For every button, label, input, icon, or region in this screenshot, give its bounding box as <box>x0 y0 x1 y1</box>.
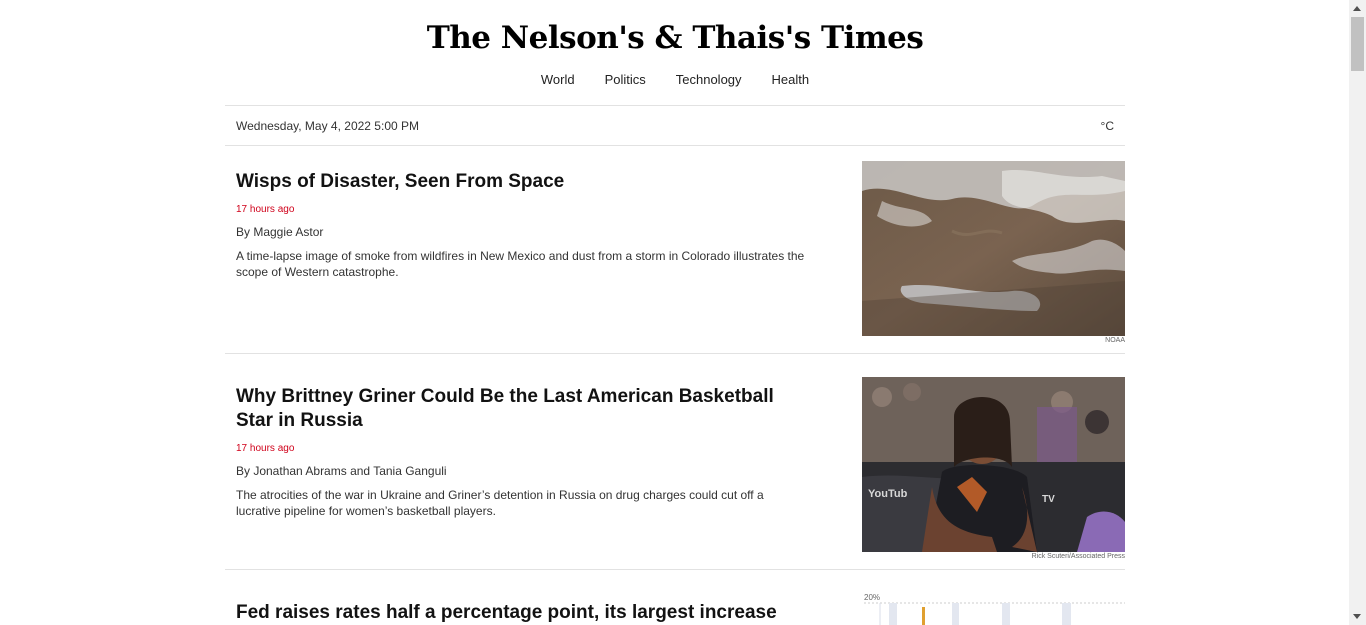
nav-item-health[interactable]: Health <box>772 71 810 89</box>
section-nav: World Politics Technology Health <box>225 71 1125 89</box>
article-photo[interactable] <box>862 161 1125 336</box>
chart-axis-label: 20% <box>864 593 880 602</box>
page: The Nelson's & Thais's Times World Polit… <box>0 0 1349 625</box>
chevron-down-icon <box>1353 614 1361 619</box>
article-card: Wisps of Disaster, Seen From Space 17 ho… <box>236 170 806 280</box>
article-byline: By Jonathan Abrams and Tania Ganguli <box>236 464 447 478</box>
article-headline[interactable]: Why Brittney Griner Could Be the Last Am… <box>236 385 806 433</box>
svg-text:TV: TV <box>1042 494 1055 505</box>
divider <box>225 569 1125 570</box>
vertical-scrollbar[interactable] <box>1349 0 1366 625</box>
scroll-up-button[interactable] <box>1349 0 1366 17</box>
article-card: Fed raises rates half a percentage point… <box>236 601 806 625</box>
scrollbar-thumb[interactable] <box>1351 17 1364 71</box>
dateline-date: Wednesday, May 4, 2022 5:00 PM <box>236 119 419 133</box>
site-title[interactable]: The Nelson's & Thais's Times <box>225 18 1125 58</box>
article-card: Why Brittney Griner Could Be the Last Am… <box>236 385 806 519</box>
article-chart-thumbnail[interactable]: 20% <box>862 590 1125 625</box>
basketball-player-image: YouTub TV <box>862 377 1125 552</box>
masthead: The Nelson's & Thais's Times <box>225 18 1125 58</box>
divider <box>225 105 1125 106</box>
nav-item-technology[interactable]: Technology <box>676 71 742 89</box>
photo-credit: Rick Scuteri/Associated Press <box>1031 553 1125 560</box>
article-timestamp: 17 hours ago <box>236 443 295 454</box>
nav-item-politics[interactable]: Politics <box>605 71 646 89</box>
nav-item-world[interactable]: World <box>541 71 575 89</box>
article-summary: A time-lapse image of smoke from wildfir… <box>236 249 805 279</box>
article-photo[interactable]: YouTub TV <box>862 377 1125 552</box>
article-headline[interactable]: Fed raises rates half a percentage point… <box>236 601 806 625</box>
article-headline[interactable]: Wisps of Disaster, Seen From Space <box>236 170 806 194</box>
svg-text:YouTub: YouTub <box>868 488 908 500</box>
article-timestamp: 17 hours ago <box>236 204 295 215</box>
photo-credit: NOAA <box>1105 337 1125 344</box>
article-summary: The atrocities of the war in Ukraine and… <box>236 488 764 518</box>
scroll-down-button[interactable] <box>1349 608 1366 625</box>
rates-chart: 20% <box>862 590 1125 625</box>
divider <box>225 145 1125 146</box>
satellite-image <box>862 161 1125 336</box>
chevron-up-icon <box>1353 6 1361 11</box>
article-byline: By Maggie Astor <box>236 225 324 239</box>
divider <box>225 353 1125 354</box>
weather-readout: °C <box>1100 119 1114 133</box>
